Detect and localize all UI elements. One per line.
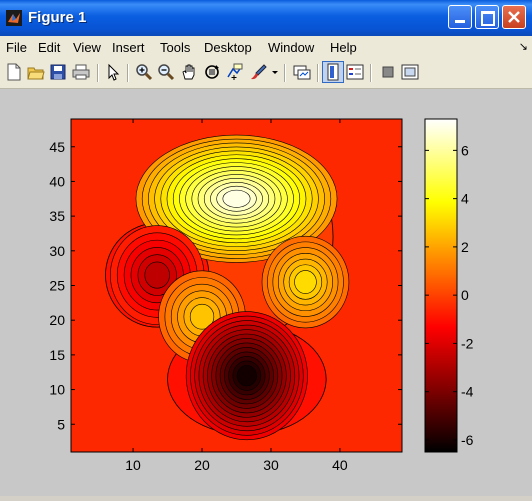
toolbar-separator: [284, 64, 286, 82]
zoom-in-icon[interactable]: [135, 63, 153, 81]
y-tick-label: 15: [49, 347, 65, 363]
close-button[interactable]: [502, 5, 526, 29]
x-tick-label: 30: [263, 457, 279, 473]
y-tick-label: 5: [57, 416, 65, 432]
menu-insert[interactable]: Insert: [112, 40, 145, 55]
contour-figure: 10 20 30 40 51015202530354045 6420-2-4-6: [49, 118, 474, 473]
brush-dropdown-icon[interactable]: [271, 63, 279, 81]
x-tick-label: 20: [194, 457, 210, 473]
colorbar-tick-label: 0: [461, 287, 469, 303]
y-tick-label: 40: [49, 173, 65, 189]
menu-window[interactable]: Window: [268, 40, 314, 55]
menu-desktop[interactable]: Desktop: [204, 40, 252, 55]
minimize-button[interactable]: [448, 5, 472, 29]
maximize-icon: [481, 11, 495, 26]
title-bar[interactable]: Figure 1: [0, 0, 532, 36]
toolbar-separator: [317, 64, 319, 82]
minimize-icon: [455, 20, 465, 23]
show-plot-tools-icon[interactable]: [401, 63, 419, 81]
maximize-button[interactable]: [475, 5, 499, 29]
menu-tools[interactable]: Tools: [160, 40, 190, 55]
y-tick-label: 45: [49, 139, 65, 155]
zoom-out-icon[interactable]: [157, 63, 175, 81]
rotate-3d-icon[interactable]: [203, 63, 221, 81]
colorbar-gradient: [424, 118, 458, 453]
toolbar-separator: [370, 64, 372, 82]
menu-view[interactable]: View: [73, 40, 101, 55]
brush-icon[interactable]: [250, 63, 268, 81]
colorbar-tick-label: 2: [461, 239, 469, 255]
figure-toolbar: [0, 59, 532, 89]
y-tick-label: 25: [49, 278, 65, 294]
print-icon[interactable]: [72, 63, 90, 81]
window-title: Figure 1: [28, 9, 87, 26]
open-file-icon[interactable]: [27, 63, 45, 81]
y-tick-label: 10: [49, 382, 65, 398]
close-icon: [508, 11, 520, 23]
menu-file[interactable]: File: [6, 40, 27, 55]
colorbar-icon[interactable]: [324, 63, 342, 81]
x-tick-label: 40: [332, 457, 348, 473]
colorbar-tick-label: 6: [461, 142, 469, 158]
menu-help[interactable]: Help: [330, 40, 357, 55]
menu-overflow-icon[interactable]: ↘: [519, 40, 528, 53]
colorbar-tick-label: 4: [461, 191, 469, 207]
contour-axes[interactable]: 10 20 30 40 5 10 15 20 25 30 35 40 45: [49, 118, 403, 473]
y-tick-label: 35: [49, 208, 65, 224]
x-tick-label: 10: [125, 457, 141, 473]
colorbar[interactable]: 6 4 2 0 -2 -4 -6: [424, 118, 474, 453]
data-cursor-icon[interactable]: [226, 63, 244, 81]
figure-window: Figure 1 File Edit View Insert Tools Des…: [0, 0, 532, 496]
colorbar-tick-label: -4: [461, 384, 474, 400]
contour-peak-2: [261, 235, 350, 329]
link-plot-icon[interactable]: [293, 63, 311, 81]
y-tick-label: 30: [49, 243, 65, 259]
toolbar-separator: [97, 64, 99, 82]
new-figure-icon[interactable]: [5, 63, 23, 81]
toolbar-separator: [127, 64, 129, 82]
y-tick-label: 20: [49, 312, 65, 328]
colorbar-tick-label: -6: [461, 432, 474, 448]
edit-plot-arrow-icon[interactable]: [104, 63, 122, 81]
menu-edit[interactable]: Edit: [38, 40, 60, 55]
pan-hand-icon[interactable]: [180, 63, 198, 81]
figure-canvas: 10 20 30 40 5 10 15 20 25 30 35 40 45 6 4 2 0 -2 -4 -6: [0, 89, 532, 496]
legend-icon[interactable]: [346, 63, 364, 81]
hide-plot-tools-icon[interactable]: [379, 63, 397, 81]
contour-peak-4: [185, 311, 308, 441]
menu-bar: File Edit View Insert Tools Desktop Wind…: [0, 36, 532, 59]
colorbar-tick-label: -2: [461, 335, 474, 351]
save-icon[interactable]: [49, 63, 67, 81]
matlab-logo-icon: [6, 10, 22, 26]
